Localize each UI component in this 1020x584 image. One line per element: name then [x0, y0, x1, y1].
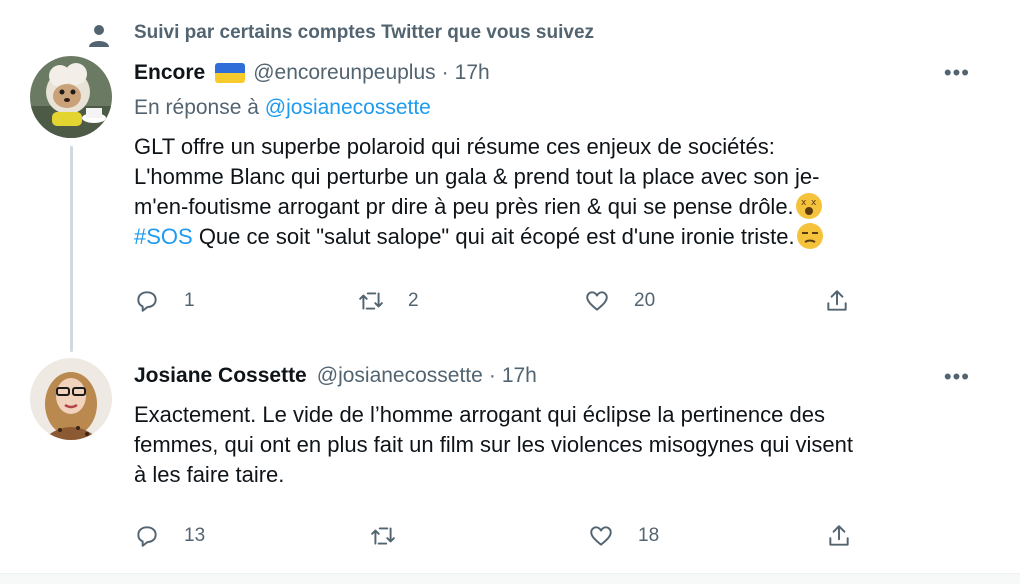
- author-name[interactable]: Encore: [134, 59, 205, 87]
- reply-prefix: En réponse à: [134, 96, 259, 119]
- share-button[interactable]: [826, 523, 852, 549]
- retweet-count: 2: [408, 290, 419, 311]
- tweet-text-line: femmes, qui ont en plus fait un film sur…: [134, 432, 853, 457]
- tweet-text-line-4: Que ce soit "salut salope" qui ait écopé…: [192, 224, 795, 249]
- timeline-divider: [0, 573, 1020, 584]
- more-options-icon[interactable]: •••: [944, 60, 970, 86]
- heart-icon: [586, 291, 608, 311]
- social-context-text: Suivi par certains comptes Twitter que v…: [134, 22, 595, 43]
- tweet-text-line: GLT offre un superbe polaroid qui résume…: [134, 134, 775, 159]
- ukraine-flag-icon: [215, 63, 246, 83]
- svg-text:x: x: [801, 198, 807, 208]
- dizzy-face-emoji-icon: xx: [795, 193, 822, 219]
- reply-button[interactable]: 1: [134, 288, 195, 314]
- reply-count: 1: [184, 290, 195, 311]
- tweet-actions: 13 18: [134, 523, 874, 553]
- reply-icon: [137, 526, 157, 547]
- person-icon: [89, 25, 109, 47]
- separator-dot: ·: [441, 61, 449, 84]
- retweet-icon: [359, 292, 383, 310]
- reply-mention-link[interactable]: @josianecossette: [265, 96, 431, 119]
- tweet-timestamp[interactable]: 17h: [502, 362, 537, 390]
- reply-button[interactable]: 13: [134, 523, 205, 549]
- thread-connector-line: [70, 146, 73, 352]
- tweet-text-line: m'en-foutisme arrogant pr dire à peu prè…: [134, 192, 984, 222]
- retweet-icon: [371, 527, 395, 545]
- author-handle[interactable]: @josianecossette: [317, 362, 483, 390]
- retweet-button[interactable]: 2: [358, 288, 419, 314]
- like-button[interactable]: 20: [584, 288, 655, 314]
- share-icon: [829, 525, 849, 546]
- tweet-text-line: L'homme Blanc qui perturbe un gala & pre…: [134, 164, 820, 189]
- tweet-text: Exactement. Le vide de l’homme arrogant …: [134, 400, 1004, 490]
- tweet-timestamp[interactable]: 17h: [455, 59, 490, 87]
- avatar-encore[interactable]: [30, 56, 112, 138]
- share-icon: [827, 290, 847, 311]
- tweet-text: GLT offre un superbe polaroid qui résume…: [134, 132, 984, 252]
- tweet-text-line: #SOS Que ce soit "salut salope" qui ait …: [134, 222, 984, 252]
- tweet-text-line: à les faire taire.: [134, 462, 285, 487]
- share-button[interactable]: [824, 288, 850, 314]
- reply-context: En réponse à @josianecossette: [134, 96, 431, 120]
- reply-count: 13: [184, 525, 206, 546]
- avatar-josiane[interactable]: [30, 358, 112, 440]
- tweet-actions: 1 2 20: [134, 288, 874, 318]
- tweet-text-line: Exactement. Le vide de l’homme arrogant …: [134, 402, 825, 427]
- hashtag-link[interactable]: #SOS: [134, 224, 193, 249]
- author-name[interactable]: Josiane Cossette: [134, 362, 307, 390]
- separator-dot: ·: [488, 364, 496, 387]
- reply-icon: [137, 291, 157, 312]
- more-options-icon[interactable]: •••: [944, 364, 970, 390]
- unamused-face-emoji-icon: [796, 223, 823, 249]
- author-handle[interactable]: @encoreunpeuplus: [253, 59, 435, 87]
- svg-text:x: x: [811, 198, 817, 208]
- heart-icon: [590, 526, 612, 546]
- like-count: 20: [634, 290, 656, 311]
- tweet-text-line-3: m'en-foutisme arrogant pr dire à peu prè…: [134, 194, 794, 219]
- like-count: 18: [638, 525, 660, 546]
- tweet-header: Josiane Cossette @josianecossette · 17h: [134, 362, 537, 390]
- retweet-button[interactable]: [370, 523, 420, 549]
- like-button[interactable]: 18: [588, 523, 659, 549]
- tweet-header: Encore @encoreunpeuplus · 17h: [134, 59, 490, 87]
